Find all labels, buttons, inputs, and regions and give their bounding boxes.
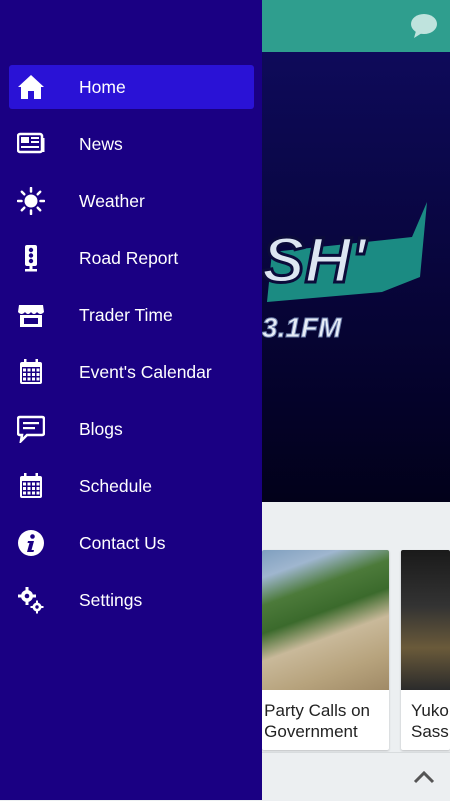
news-card-title: n Party Calls on n Government (262, 701, 370, 741)
home-icon (18, 75, 44, 99)
drawer-item-label: Road Report (79, 248, 179, 268)
drawer-item-label: News (79, 134, 123, 154)
info-icon (18, 530, 44, 556)
drawer-item-trader-time[interactable]: Trader Time (9, 293, 254, 337)
drawer-item-events-calendar[interactable]: Event's Calendar (9, 350, 254, 394)
calendar-icon (20, 473, 42, 498)
logo-text: SH' (262, 224, 368, 296)
drawer-item-label: Schedule (79, 476, 152, 496)
chevron-up-icon[interactable] (412, 765, 436, 789)
drawer-item-settings[interactable]: Settings (9, 578, 254, 622)
calendar-icon (20, 359, 42, 384)
drawer-item-contact-us[interactable]: Contact Us (9, 521, 254, 565)
drawer-item-road-report[interactable]: Road Report (9, 236, 254, 280)
store-icon (18, 305, 44, 327)
drawer-item-label: Trader Time (79, 305, 173, 325)
news-card[interactable]: n Party Calls on n Government (262, 550, 389, 750)
drawer-item-blogs[interactable]: Blogs (9, 407, 254, 451)
navigation-drawer: Home News Weather Road Report Trader Tim… (0, 0, 262, 800)
drawer-menu: Home News Weather Road Report Trader Tim… (0, 65, 262, 635)
news-card-image (401, 550, 450, 690)
logo-frequency: 3.1FM (262, 312, 342, 343)
drawer-item-news[interactable]: News (9, 122, 254, 166)
sun-icon (17, 187, 45, 215)
drawer-item-label: Event's Calendar (79, 362, 212, 382)
chat-icon[interactable] (410, 12, 438, 40)
drawer-item-schedule[interactable]: Schedule (9, 464, 254, 508)
news-card-title: Yuko Sass (411, 701, 449, 741)
news-icon (17, 132, 45, 154)
drawer-item-label: Settings (79, 590, 143, 610)
drawer-item-label: Weather (79, 191, 145, 211)
drawer-item-label: Blogs (79, 419, 123, 439)
news-card-image (262, 550, 389, 690)
drawer-item-home[interactable]: Home (9, 65, 254, 109)
traffic-light-icon (25, 245, 37, 272)
station-logo: SH' 3.1FM (262, 202, 427, 344)
chat-bubble-icon (17, 415, 45, 443)
news-card[interactable]: Yuko Sass (401, 550, 450, 750)
drawer-item-weather[interactable]: Weather (9, 179, 254, 223)
drawer-item-label: Contact Us (79, 533, 166, 553)
drawer-item-label: Home (79, 77, 126, 97)
gears-icon (18, 587, 44, 614)
